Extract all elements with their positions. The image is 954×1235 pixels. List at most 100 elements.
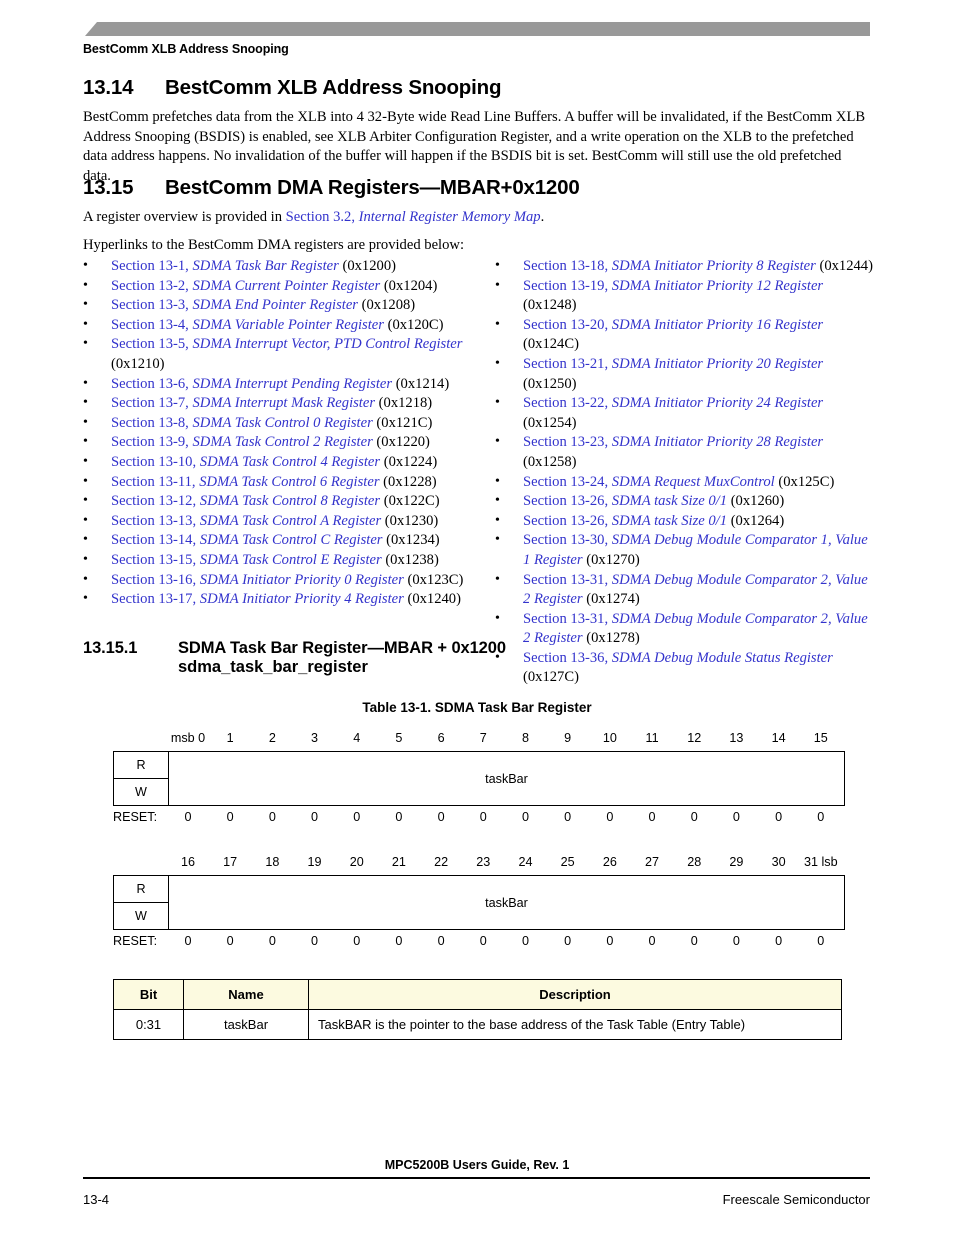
- register-link-address: (0x1260): [727, 493, 785, 510]
- register-link-name: SDMA Task Control 8 Register: [199, 493, 381, 510]
- register-link-item[interactable]: • Section 13-30, SDMA Debug Module Compar…: [495, 531, 875, 570]
- register-link[interactable]: Section 13-7, SDMA Interrupt Mask Regist…: [111, 395, 375, 411]
- register-link[interactable]: Section 13-2, SDMA Current Pointer Regis…: [111, 278, 380, 294]
- register-link-item[interactable]: • Section 13-24, SDMA Request MuxControl …: [495, 473, 875, 493]
- subsection-heading-13-15-1: 13.15.1 SDMA Task Bar Register—MBAR + 0x…: [83, 639, 873, 658]
- bit-number-label: 27: [645, 855, 660, 869]
- register-link[interactable]: Section 13-22, SDMA Initiator Priority 2…: [523, 395, 823, 411]
- register-link[interactable]: Section 13-14, SDMA Task Control C Regis…: [111, 532, 383, 548]
- register-link[interactable]: Section 13-30, SDMA Debug Module Compara…: [523, 532, 868, 568]
- register-link[interactable]: Section 13-6, SDMA Interrupt Pending Reg…: [111, 376, 392, 392]
- register-link-item[interactable]: • Section 13-3, SDMA End Pointer Register…: [83, 296, 473, 316]
- register-link-section: Section 13-21,: [523, 355, 612, 372]
- register-link[interactable]: Section 13-23, SDMA Initiator Priority 2…: [523, 434, 823, 450]
- register-link-item[interactable]: • Section 13-9, SDMA Task Control 2 Regis…: [83, 433, 473, 453]
- register-link-address: (0x1270): [582, 551, 640, 568]
- register-link-item[interactable]: • Section 13-17, SDMA Initiator Priority …: [83, 590, 473, 610]
- register-link-item[interactable]: • Section 13-19, SDMA Initiator Priority …: [495, 277, 875, 316]
- bit-number-label: 10: [602, 731, 617, 745]
- register-link-item[interactable]: • Section 13-18, SDMA Initiator Priority …: [495, 257, 875, 277]
- bullet-icon: •: [495, 512, 500, 528]
- bit-number-label: 2: [268, 731, 276, 745]
- register-link[interactable]: Section 13-26, SDMA task Size 0/1: [523, 493, 727, 509]
- bullet-icon: •: [83, 434, 88, 450]
- reset-value: 0: [184, 810, 192, 824]
- register-link-item[interactable]: • Section 13-15, SDMA Task Control E Regi…: [83, 551, 473, 571]
- register-link[interactable]: Section 13-16, SDMA Initiator Priority 0…: [111, 572, 404, 588]
- register-link[interactable]: Section 13-11, SDMA Task Control 6 Regis…: [111, 474, 380, 490]
- bit-number-label: 16: [180, 855, 195, 869]
- bullet-icon: •: [495, 571, 500, 587]
- register-link[interactable]: Section 13-17, SDMA Initiator Priority 4…: [111, 591, 404, 607]
- register-link-address: (0x1258): [523, 453, 577, 470]
- register-link[interactable]: Section 13-18, SDMA Initiator Priority 8…: [523, 258, 816, 274]
- register-link-item[interactable]: • Section 13-31, SDMA Debug Module Compar…: [495, 571, 875, 610]
- register-link[interactable]: Section 13-12, SDMA Task Control 8 Regis…: [111, 493, 380, 509]
- bit-number-label: 29: [729, 855, 744, 869]
- register-link-address: (0x1228): [379, 473, 437, 490]
- link-section-title: Internal Register Memory Map: [358, 209, 541, 225]
- register-bit-block-lower: 16 17 18 19 20 21 22 23 24 25 26 27 28 29 30 31 lsb R t…: [113, 855, 845, 954]
- register-link[interactable]: Section 13-1, SDMA Task Bar Register: [111, 258, 339, 274]
- register-link[interactable]: Section 13-8, SDMA Task Control 0 Regist…: [111, 415, 373, 431]
- bit-table-cell-name: taskBar: [183, 1009, 309, 1040]
- reset-value: 0: [817, 810, 825, 824]
- register-link-section: Section 13-31,: [523, 571, 612, 588]
- register-link[interactable]: Section 13-5, SDMA Interrupt Vector, PTD…: [111, 336, 462, 352]
- register-link-item[interactable]: • Section 13-22, SDMA Initiator Priority …: [495, 394, 875, 433]
- register-link-name: SDMA Initiator Priority 20 Register: [611, 355, 824, 372]
- register-link-section: Section 13-19,: [523, 277, 612, 294]
- bullet-icon: •: [83, 493, 88, 509]
- register-link[interactable]: Section 13-15, SDMA Task Control E Regis…: [111, 552, 382, 568]
- register-link-item[interactable]: • Section 13-23, SDMA Initiator Priority …: [495, 433, 875, 472]
- register-link-item[interactable]: • Section 13-5, SDMA Interrupt Vector, PT…: [83, 335, 473, 374]
- register-link-item[interactable]: • Section 13-1, SDMA Task Bar Register (0…: [83, 257, 473, 277]
- register-link-section: Section 13-17,: [111, 591, 200, 608]
- register-link-item[interactable]: • Section 13-7, SDMA Interrupt Mask Regis…: [83, 394, 473, 414]
- bit-description-table: Bit Name Description 0:31 taskBar TaskBAR …: [113, 979, 842, 1040]
- bit-number-label: 8: [521, 731, 529, 745]
- register-link[interactable]: Section 13-20, SDMA Initiator Priority 1…: [523, 317, 823, 333]
- bit-table-header-name: Name: [183, 979, 309, 1010]
- footer-page-number: 13-4: [83, 1192, 110, 1207]
- register-link[interactable]: Section 13-4, SDMA Variable Pointer Regi…: [111, 317, 384, 333]
- register-link-item[interactable]: • Section 13-21, SDMA Initiator Priority …: [495, 355, 875, 394]
- bit-number-label: 31 lsb: [804, 855, 838, 869]
- read-label-cell: R: [113, 875, 169, 903]
- register-link-section: Section 13-22,: [523, 395, 612, 412]
- register-link-item[interactable]: • Section 13-14, SDMA Task Control C Regi…: [83, 531, 473, 551]
- register-link-item[interactable]: • Section 13-4, SDMA Variable Pointer Reg…: [83, 316, 473, 336]
- register-link-item[interactable]: • Section 13-26, SDMA task Size 0/1 (0x12…: [495, 512, 875, 532]
- register-link[interactable]: Section 13-26, SDMA task Size 0/1: [523, 513, 727, 529]
- read-label-cell: R: [113, 751, 169, 779]
- reset-value: 0: [479, 810, 487, 824]
- bit-number-label: 18: [265, 855, 280, 869]
- register-link-item[interactable]: • Section 13-26, SDMA task Size 0/1 (0x12…: [495, 492, 875, 512]
- register-link[interactable]: Section 13-13, SDMA Task Control A Regis…: [111, 513, 381, 529]
- register-link-item[interactable]: • Section 13-6, SDMA Interrupt Pending Re…: [83, 375, 473, 395]
- register-link[interactable]: Section 13-10, SDMA Task Control 4 Regis…: [111, 454, 380, 470]
- bullet-icon: •: [495, 395, 500, 411]
- register-link-section: Section 13-11,: [111, 473, 200, 490]
- register-link-item[interactable]: • Section 13-16, SDMA Initiator Priority …: [83, 571, 473, 591]
- register-link-item[interactable]: • Section 13-10, SDMA Task Control 4 Regi…: [83, 453, 473, 473]
- register-link[interactable]: Section 13-31, SDMA Debug Module Compara…: [523, 572, 868, 608]
- register-link-item[interactable]: • Section 13-12, SDMA Task Control 8 Regi…: [83, 492, 473, 512]
- register-link[interactable]: Section 13-19, SDMA Initiator Priority 1…: [523, 278, 823, 294]
- register-read-row: R taskBar: [113, 875, 845, 930]
- register-link-item[interactable]: • Section 13-8, SDMA Task Control 0 Regis…: [83, 414, 473, 434]
- register-link-item[interactable]: • Section 13-2, SDMA Current Pointer Regi…: [83, 277, 473, 297]
- register-link-section: Section 13-3,: [111, 297, 193, 314]
- register-link-item[interactable]: • Section 13-13, SDMA Task Control A Regi…: [83, 512, 473, 532]
- register-link[interactable]: Section 13-21, SDMA Initiator Priority 2…: [523, 356, 823, 372]
- register-link-address: (0x125C): [774, 473, 835, 490]
- link-section-3-2[interactable]: Section 3.2, Internal Register Memory Ma…: [286, 209, 541, 225]
- register-link[interactable]: Section 13-3, SDMA End Pointer Register: [111, 297, 358, 313]
- register-link[interactable]: Section 13-9, SDMA Task Control 2 Regist…: [111, 434, 373, 450]
- register-link-section: Section 13-15,: [111, 551, 200, 568]
- register-link[interactable]: Section 13-24, SDMA Request MuxControl: [523, 474, 775, 490]
- bit-number-label: 19: [307, 855, 322, 869]
- register-link-item[interactable]: • Section 13-11, SDMA Task Control 6 Regi…: [83, 473, 473, 493]
- register-link-name: SDMA Task Control A Register: [199, 512, 382, 529]
- register-link-item[interactable]: • Section 13-20, SDMA Initiator Priority …: [495, 316, 875, 355]
